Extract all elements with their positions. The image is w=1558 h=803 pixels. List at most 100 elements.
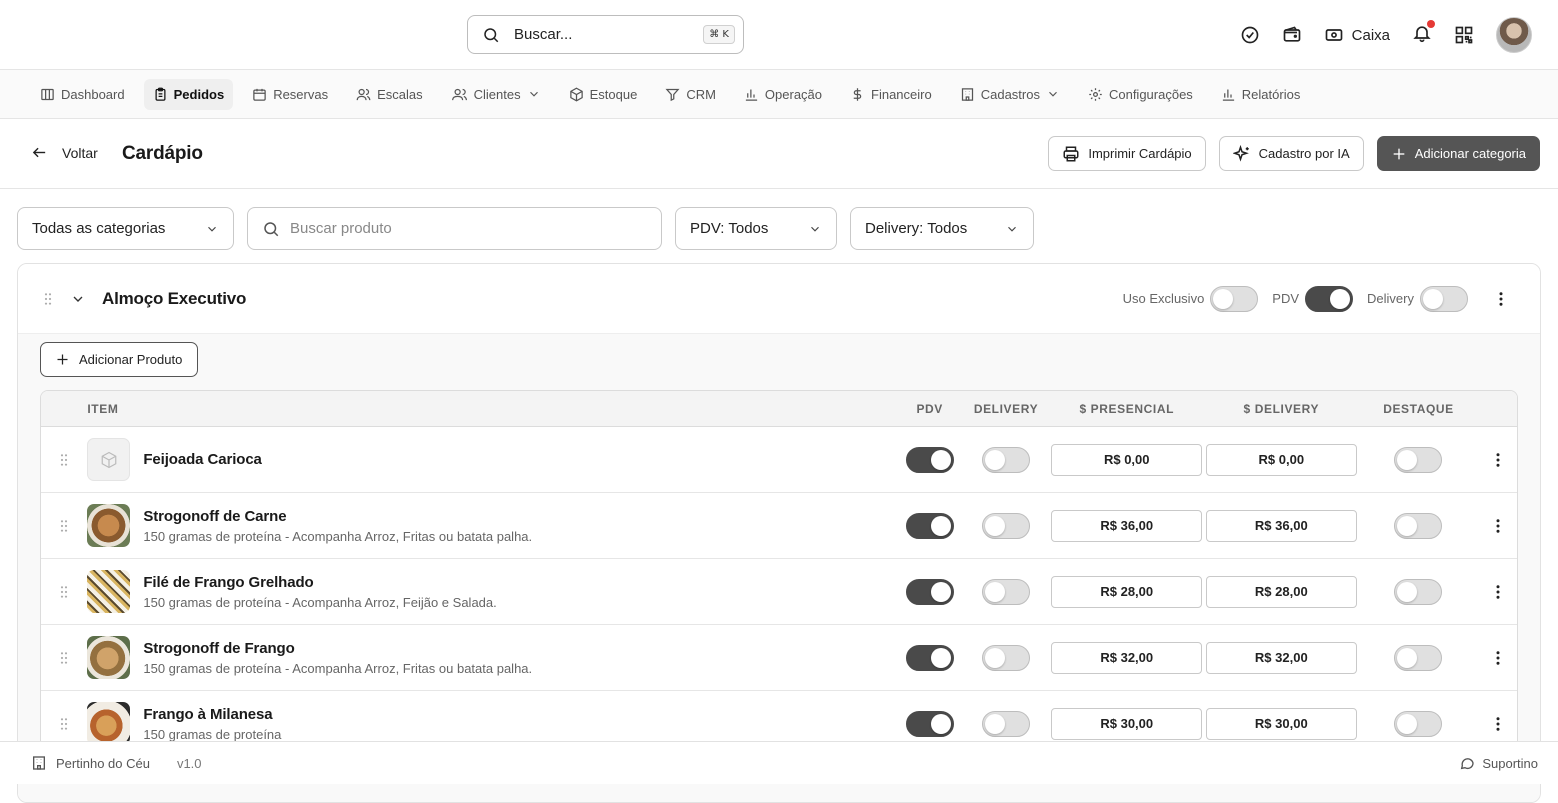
price-presencial-input[interactable]: R$ 32,00 (1051, 641, 1203, 674)
products-table: ITEM PDV DELIVERY $ PRESENCIAL $ DELIVER… (40, 390, 1518, 758)
print-menu-button[interactable]: Imprimir Cardápio (1048, 136, 1206, 171)
nav-item-crm[interactable]: CRM (656, 79, 725, 110)
nav-item-reservas[interactable]: Reservas (243, 79, 337, 110)
nav-item-relatorios[interactable]: Relatórios (1212, 79, 1310, 110)
row-destaque-toggle[interactable] (1394, 512, 1443, 539)
price-delivery-input[interactable]: R$ 32,00 (1205, 641, 1357, 674)
row-delivery-toggle[interactable] (982, 446, 1030, 473)
print-menu-label: Imprimir Cardápio (1088, 146, 1192, 161)
category-body: Adicionar Produto ITEM PDV DELIVERY $ PR… (18, 334, 1540, 802)
product-image (87, 504, 131, 547)
qr-code-icon[interactable] (1454, 25, 1474, 45)
drag-handle-icon[interactable] (40, 291, 56, 307)
nav-item-configuracoes[interactable]: Configurações (1079, 79, 1202, 110)
pdv-filter-select[interactable]: PDV: Todos (675, 207, 837, 250)
exclusive-toggle[interactable] (1210, 285, 1259, 312)
wallet-icon[interactable] (1282, 25, 1302, 45)
nav-item-estoque[interactable]: Estoque (560, 79, 647, 110)
add-category-button[interactable]: Adicionar categoria (1376, 136, 1540, 171)
delivery-filter-select[interactable]: Delivery: Todos (850, 207, 1034, 250)
bar-chart-icon (1221, 87, 1236, 102)
nav-item-clientes[interactable]: Clientes (442, 79, 550, 110)
printer-icon (1062, 145, 1080, 163)
price-delivery-input[interactable]: R$ 36,00 (1205, 509, 1357, 542)
product-image (87, 636, 131, 679)
pdv-toggle[interactable] (1305, 285, 1354, 312)
box-icon (569, 87, 584, 102)
avatar[interactable] (1496, 17, 1532, 53)
row-destaque-toggle[interactable] (1394, 644, 1443, 671)
delivery-toggle[interactable] (1420, 285, 1468, 312)
product-search (247, 207, 662, 250)
collapse-chevron-icon[interactable] (70, 291, 86, 307)
category-filter-select[interactable]: Todas as categorias (17, 207, 234, 250)
table-row: Strogonoff de Frango 150 gramas de prote… (41, 625, 1517, 691)
delivery-toggle-label: Delivery (1367, 291, 1414, 306)
top-bar: Buscar... ⌘ K Caixa (0, 0, 1558, 70)
back-button[interactable]: Voltar (31, 144, 98, 161)
nav-item-operacao[interactable]: Operação (735, 79, 831, 110)
table-row: Filé de Frango Grelhado 150 gramas de pr… (41, 559, 1517, 625)
price-delivery-input[interactable]: R$ 0,00 (1205, 443, 1357, 476)
row-destaque-toggle[interactable] (1394, 710, 1443, 737)
product-image (87, 570, 131, 613)
row-delivery-toggle[interactable] (982, 644, 1030, 671)
pdv-filter-value: PDV: Todos (690, 220, 769, 237)
row-pdv-toggle[interactable] (905, 446, 954, 473)
check-circle-icon[interactable] (1240, 25, 1260, 45)
cash-icon (1324, 25, 1344, 45)
row-pdv-toggle[interactable] (905, 710, 954, 737)
row-pdv-toggle[interactable] (905, 512, 954, 539)
product-search-input[interactable] (290, 220, 647, 237)
row-delivery-toggle[interactable] (982, 710, 1030, 737)
row-pdv-toggle[interactable] (905, 644, 954, 671)
caixa-button[interactable]: Caixa (1324, 25, 1390, 45)
more-vertical-icon[interactable] (1492, 290, 1510, 308)
header-item: ITEM (87, 401, 119, 416)
global-search[interactable]: Buscar... ⌘ K (467, 15, 744, 54)
row-destaque-toggle[interactable] (1394, 446, 1443, 473)
ai-register-button[interactable]: Cadastro por IA (1218, 136, 1364, 171)
row-destaque-toggle[interactable] (1394, 578, 1443, 605)
back-label: Voltar (62, 144, 98, 161)
support-button[interactable]: Suportino (1459, 755, 1538, 771)
nav-item-label: Relatórios (1241, 86, 1301, 102)
nav-item-escalas[interactable]: Escalas (347, 79, 432, 110)
price-presencial-input[interactable]: R$ 28,00 (1051, 575, 1203, 608)
price-delivery-input[interactable]: R$ 30,00 (1205, 707, 1357, 740)
dollar-icon (850, 87, 865, 102)
nav-item-dashboard[interactable]: Dashboard (31, 79, 134, 110)
footer: Pertinho do Céu v1.0 Suportino (0, 741, 1558, 784)
price-presencial-input[interactable]: R$ 30,00 (1051, 707, 1203, 740)
drag-handle-icon[interactable] (56, 452, 72, 468)
users-icon (356, 87, 371, 102)
notifications-button[interactable] (1412, 19, 1435, 48)
header-pdv: PDV (916, 401, 943, 416)
nav-item-cadastros[interactable]: Cadastros (951, 79, 1069, 110)
drag-handle-icon[interactable] (56, 518, 72, 534)
chevron-down-icon (205, 222, 219, 236)
row-pdv-toggle[interactable] (905, 578, 954, 605)
drag-handle-icon[interactable] (56, 584, 72, 600)
more-vertical-icon[interactable] (1489, 583, 1507, 601)
add-product-button[interactable]: Adicionar Produto (40, 342, 198, 377)
more-vertical-icon[interactable] (1489, 649, 1507, 667)
header-destaque: DESTAQUE (1383, 401, 1454, 416)
price-delivery-input[interactable]: R$ 28,00 (1205, 575, 1357, 608)
drag-handle-icon[interactable] (56, 716, 72, 732)
more-vertical-icon[interactable] (1489, 715, 1507, 733)
nav-item-financeiro[interactable]: Financeiro (841, 79, 941, 110)
more-vertical-icon[interactable] (1489, 517, 1507, 535)
row-delivery-toggle[interactable] (982, 578, 1030, 605)
nav-item-pedidos[interactable]: Pedidos (143, 78, 234, 110)
row-delivery-toggle[interactable] (982, 512, 1030, 539)
product-name: Filé de Frango Grelhado (143, 573, 314, 591)
price-presencial-input[interactable]: R$ 36,00 (1051, 509, 1203, 542)
gear-icon (1088, 87, 1103, 102)
drag-handle-icon[interactable] (56, 650, 72, 666)
more-vertical-icon[interactable] (1489, 451, 1507, 469)
category-header: Almoço Executivo Uso Exclusivo PDV Deliv… (18, 264, 1540, 334)
search-shortcut: ⌘ K (703, 25, 735, 44)
price-presencial-input[interactable]: R$ 0,00 (1051, 443, 1203, 476)
table-header: ITEM PDV DELIVERY $ PRESENCIAL $ DELIVER… (41, 391, 1517, 427)
